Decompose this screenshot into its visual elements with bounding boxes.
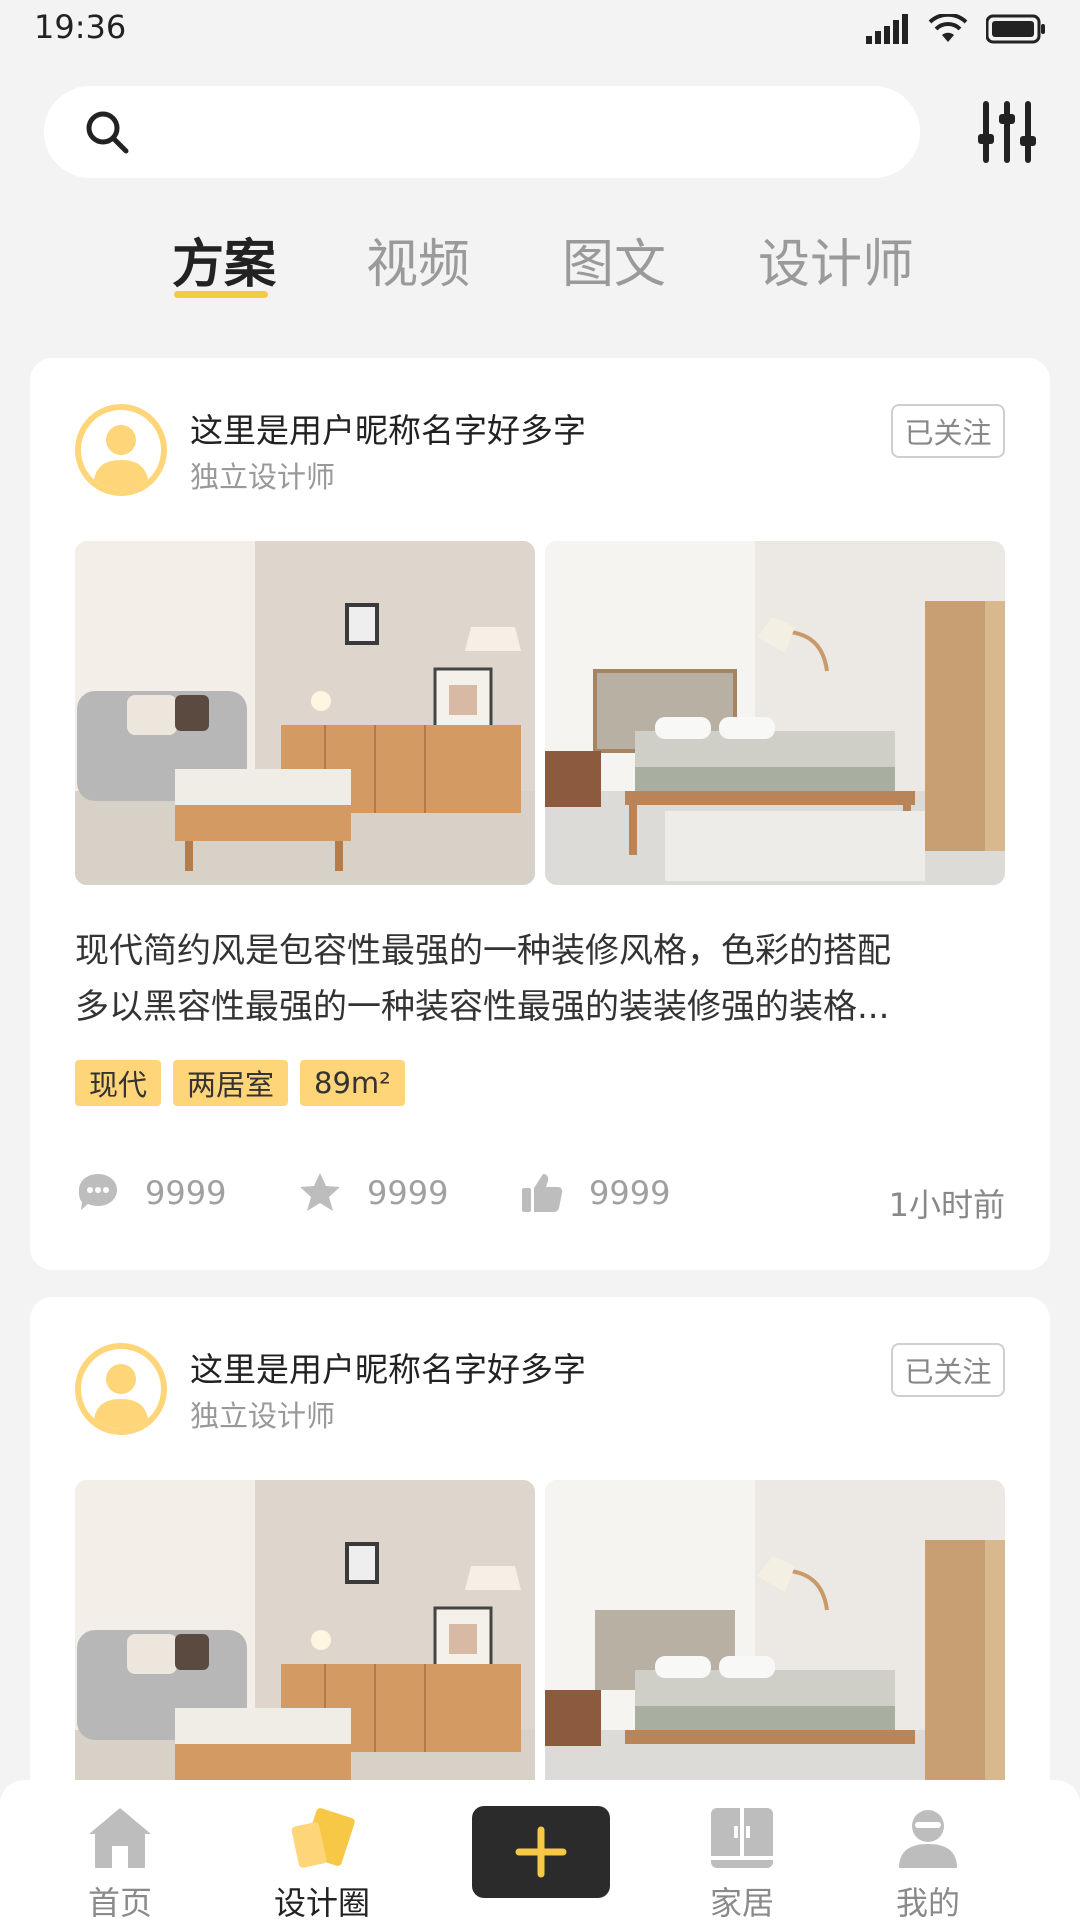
active-tab-indicator <box>174 291 268 298</box>
post-description[interactable]: 现代简约风是包容性最强的一种装修风格，色彩的搭配 多以黑容性最强的一种装容性最强… <box>75 923 1005 1035</box>
design-circle-icon <box>291 1808 355 1868</box>
like-stat[interactable]: 9999 <box>519 1170 670 1216</box>
favorite-stat[interactable]: 9999 <box>297 1170 448 1216</box>
plus-icon <box>515 1826 567 1878</box>
signal-icon <box>866 14 908 44</box>
post-stats: 9999 9999 9999 1小时前 <box>75 1170 1005 1230</box>
nav-furniture[interactable]: 家居 <box>672 1798 812 1920</box>
nav-mine-label: 我的 <box>895 1884 960 1920</box>
nav-mine[interactable]: 我的 <box>858 1798 998 1920</box>
post-card[interactable]: 这里是用户昵称名字好多字 独立设计师 已关注 <box>30 358 1050 1270</box>
nav-home[interactable]: 首页 <box>50 1798 190 1920</box>
wifi-icon <box>928 14 968 42</box>
tag-list: 现代 两居室 89m² <box>75 1060 405 1106</box>
user-role: 独立设计师 <box>190 1399 336 1433</box>
search-input[interactable] <box>150 113 850 151</box>
tab-article[interactable]: 图文 <box>562 222 666 297</box>
comment-stat[interactable]: 9999 <box>75 1170 226 1216</box>
category-tabs: 方案 视频 图文 设计师 <box>0 222 1080 302</box>
favorite-count: 9999 <box>367 1174 449 1212</box>
bedroom-photo[interactable] <box>545 1480 1005 1824</box>
battery-icon <box>986 14 1045 44</box>
filter-button[interactable] <box>976 100 1038 164</box>
search-icon <box>86 111 129 154</box>
wardrobe-icon <box>711 1808 773 1868</box>
comment-count: 9999 <box>145 1174 227 1212</box>
avatar[interactable] <box>75 404 167 496</box>
search-bar[interactable] <box>44 86 920 178</box>
nav-furniture-label: 家居 <box>709 1884 774 1920</box>
status-icons <box>866 14 1046 44</box>
user-name[interactable]: 这里是用户昵称名字好多字 <box>190 404 586 452</box>
nav-home-label: 首页 <box>87 1884 152 1920</box>
tag-layout[interactable]: 两居室 <box>173 1060 289 1106</box>
post-time: 1小时前 <box>888 1186 1005 1224</box>
avatar[interactable] <box>75 1343 167 1435</box>
bedroom-photo[interactable] <box>545 541 1005 885</box>
living-room-photo[interactable] <box>75 1480 535 1824</box>
follow-button[interactable]: 已关注 <box>891 404 1005 458</box>
like-count: 9999 <box>589 1174 671 1212</box>
tag-style[interactable]: 现代 <box>75 1060 162 1106</box>
sliders-icon <box>978 101 1036 163</box>
star-icon <box>300 1173 340 1211</box>
tab-video[interactable]: 视频 <box>366 222 470 297</box>
status-bar: 19:36 <box>0 0 1080 60</box>
living-room-photo[interactable] <box>75 541 535 885</box>
user-name[interactable]: 这里是用户昵称名字好多字 <box>190 1343 586 1391</box>
comment-icon <box>79 1174 117 1210</box>
user-role: 独立设计师 <box>190 460 336 494</box>
user-icon <box>93 425 149 490</box>
user-icon <box>93 1364 149 1429</box>
profile-icon <box>899 1810 957 1868</box>
status-time: 19:36 <box>34 8 127 46</box>
tab-plan[interactable]: 方案 <box>172 222 276 297</box>
follow-button[interactable]: 已关注 <box>891 1343 1005 1397</box>
publish-button[interactable] <box>472 1806 610 1898</box>
nav-design-circle-label: 设计圈 <box>273 1884 370 1920</box>
bottom-nav: 首页 设计圈 家居 我的 <box>0 1780 1080 1920</box>
tab-designer[interactable]: 设计师 <box>758 222 914 297</box>
thumbs-up-icon <box>522 1174 563 1212</box>
tag-area[interactable]: 89m² <box>300 1060 405 1106</box>
nav-design-circle[interactable]: 设计圈 <box>252 1798 392 1920</box>
home-icon <box>89 1808 151 1868</box>
